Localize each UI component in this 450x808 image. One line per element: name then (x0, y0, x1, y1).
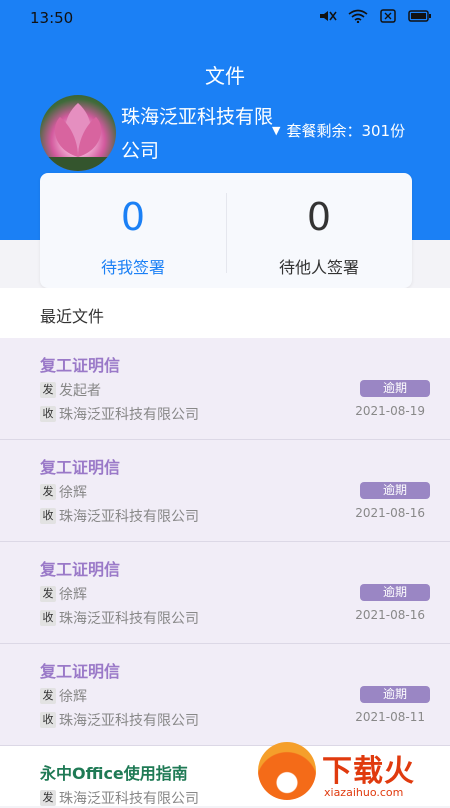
company-avatar[interactable] (40, 95, 116, 171)
watermark-url: xiazaihuo.com (324, 786, 404, 799)
receive-tag: 收 (40, 610, 56, 626)
status-time: 13:50 (30, 9, 74, 27)
plan-label: 套餐剩余：301份 (286, 122, 406, 140)
sender-row: 发徐辉 (40, 482, 87, 502)
send-tag: 发 (40, 484, 56, 500)
document-date: 2021-08-19 (355, 404, 425, 418)
recent-files-title: 最近文件 (40, 307, 105, 326)
document-item[interactable]: 复工证明信 发徐辉 收珠海泛亚科技有限公司 逾期 2021-08-16 (0, 440, 450, 542)
page-title: 文件 (205, 64, 245, 88)
battery-icon (408, 10, 431, 22)
overdue-badge: 逾期 (360, 686, 430, 703)
sender-row: 发珠海泛亚科技有限公司 (40, 788, 199, 808)
overdue-badge: 逾期 (360, 380, 430, 397)
plan-remaining[interactable]: ▼ 套餐剩余：301份 (272, 120, 405, 141)
others-count-label: 待他人签署 (278, 258, 359, 277)
pending-others-signature[interactable]: 0 待他人签署 (226, 173, 412, 288)
document-date: 2021-08-16 (355, 506, 425, 520)
my-count: 0 (120, 195, 146, 239)
send-tag: 发 (40, 586, 56, 602)
sender-name: 徐辉 (59, 587, 87, 603)
sender-row: 发徐辉 (40, 686, 87, 706)
sender-name: 徐辉 (59, 689, 87, 705)
flame-logo-icon (258, 742, 316, 800)
others-count: 0 (306, 195, 332, 239)
send-tag: 发 (40, 790, 56, 806)
receiver-row: 收珠海泛亚科技有限公司 (40, 710, 199, 730)
receiver-row: 收珠海泛亚科技有限公司 (40, 608, 199, 628)
send-tag: 发 (40, 688, 56, 704)
sim-icon (380, 9, 396, 23)
overdue-badge: 逾期 (360, 584, 430, 601)
document-item[interactable]: 复工证明信 发徐辉 收珠海泛亚科技有限公司 逾期 2021-08-16 (0, 542, 450, 644)
receiver-name: 珠海泛亚科技有限公司 (59, 713, 199, 729)
receive-tag: 收 (40, 712, 56, 728)
recent-files-header: 最近文件 (0, 288, 450, 338)
status-bar: 13:50 (0, 0, 450, 36)
receiver-name: 珠海泛亚科技有限公司 (59, 407, 199, 423)
sender-row: 发徐辉 (40, 584, 87, 604)
pending-my-signature[interactable]: 0 待我签署 (40, 173, 226, 288)
receiver-name: 珠海泛亚科技有限公司 (59, 611, 199, 627)
watermark: 下载火 xiazaihuo.com (258, 742, 438, 800)
document-title: 永中Office使用指南 (40, 764, 188, 783)
send-tag: 发 (40, 382, 56, 398)
watermark-text: 下载火 (322, 754, 415, 789)
document-title: 复工证明信 (40, 560, 121, 579)
document-title: 复工证明信 (40, 356, 121, 375)
receive-tag: 收 (40, 508, 56, 524)
sender-row: 发发起者 (40, 380, 101, 400)
sender-name: 发起者 (59, 383, 101, 399)
status-icons (318, 9, 432, 23)
lotus-image (40, 103, 116, 171)
sender-name: 珠海泛亚科技有限公司 (59, 791, 199, 807)
document-date: 2021-08-16 (355, 608, 425, 622)
receive-tag: 收 (40, 406, 56, 422)
document-list: 复工证明信 发发起者 收珠海泛亚科技有限公司 逾期 2021-08-19 复工证… (0, 338, 450, 808)
wifi-icon (348, 9, 368, 23)
sign-counts-card: 0 待我签署 0 待他人签署 (40, 173, 412, 288)
mute-icon (320, 11, 337, 21)
overdue-badge: 逾期 (360, 482, 430, 499)
receiver-name: 珠海泛亚科技有限公司 (59, 509, 199, 525)
sender-name: 徐辉 (59, 485, 87, 501)
caret-down-icon: ▼ (272, 124, 281, 137)
receiver-row: 收珠海泛亚科技有限公司 (40, 404, 199, 424)
company-name[interactable]: 珠海泛亚科技有限公司 (121, 100, 281, 168)
document-title: 复工证明信 (40, 662, 121, 681)
document-date: 2021-08-11 (355, 710, 425, 724)
my-count-label: 待我签署 (100, 258, 165, 277)
document-title: 复工证明信 (40, 458, 121, 477)
document-item[interactable]: 复工证明信 发徐辉 收珠海泛亚科技有限公司 逾期 2021-08-11 (0, 644, 450, 746)
receiver-row: 收珠海泛亚科技有限公司 (40, 506, 199, 526)
document-item[interactable]: 复工证明信 发发起者 收珠海泛亚科技有限公司 逾期 2021-08-19 (0, 338, 450, 440)
